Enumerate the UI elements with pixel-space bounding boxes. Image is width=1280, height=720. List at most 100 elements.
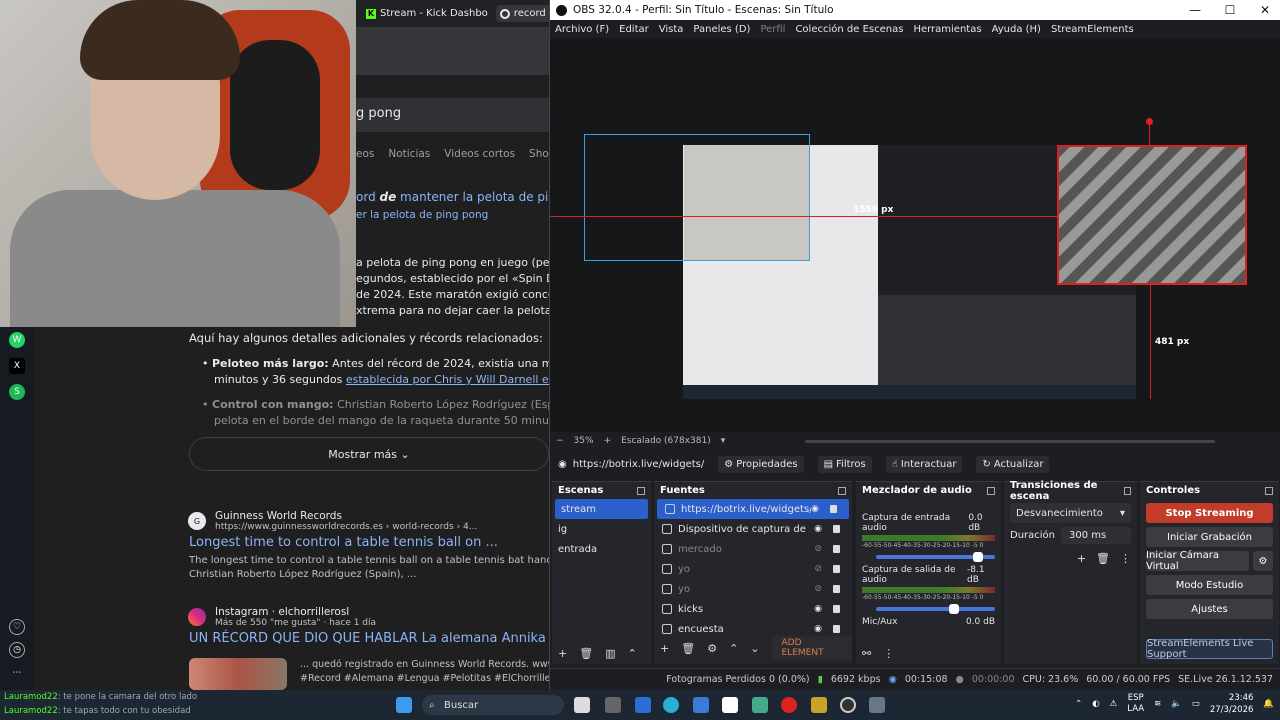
clock[interactable]: 23:46 27/3/2026 <box>1210 692 1254 716</box>
source-item[interactable]: yo ⊘ <box>654 579 852 599</box>
lock-icon[interactable] <box>833 565 840 573</box>
eye-hidden-icon[interactable]: ⊘ <box>814 564 822 574</box>
add-element-button[interactable]: ADD ELEMENT <box>771 636 852 660</box>
add-icon[interactable]: + <box>660 642 669 655</box>
lock-icon[interactable] <box>830 505 837 513</box>
filter-tab-news[interactable]: Noticias <box>388 148 430 160</box>
rotation-handle[interactable] <box>1146 118 1153 125</box>
trash-icon[interactable]: 🗑 <box>681 642 695 655</box>
source-item[interactable]: kicks ◉ <box>654 599 852 619</box>
eye-hidden-icon[interactable]: ⊘ <box>814 584 822 594</box>
menu-scene-collection[interactable]: Colección de Escenas <box>795 24 903 35</box>
move-down-icon[interactable]: ⌄ <box>750 642 759 655</box>
filter-tab-short-videos[interactable]: Videos cortos <box>444 148 515 160</box>
scene-item[interactable]: entrada <box>552 539 651 559</box>
taskbar-search[interactable]: ⌕ Buscar <box>422 695 564 715</box>
lock-icon[interactable] <box>833 585 840 593</box>
start-virtual-camera-button[interactable]: Iniciar Cámara Virtual <box>1146 550 1249 572</box>
streamelements-support-button[interactable]: StreamElements Live Support <box>1146 638 1273 660</box>
volume-knob[interactable] <box>949 604 960 614</box>
browser-tab-kick[interactable]: K Stream - Kick Dashbo <box>362 5 492 22</box>
browser-tab-google[interactable]: record e mantene <box>495 5 549 22</box>
eye-icon[interactable]: ◉ <box>814 524 822 534</box>
menu-streamelements[interactable]: StreamElements <box>1051 24 1134 35</box>
heart-icon[interactable]: ♡ <box>9 619 25 635</box>
menu-tools[interactable]: Herramientas <box>913 24 981 35</box>
popout-icon[interactable] <box>987 486 995 495</box>
spotify-icon[interactable]: S <box>9 384 25 400</box>
eye-icon[interactable]: ◉ <box>814 624 822 634</box>
notifications-icon[interactable]: 🔔 <box>1263 699 1274 709</box>
transition-select[interactable]: Desvanecimiento ▾ <box>1010 503 1131 523</box>
x-icon[interactable]: X <box>9 358 25 374</box>
task-view-icon[interactable] <box>574 697 590 713</box>
settings-icon[interactable] <box>869 697 885 713</box>
eye-icon[interactable]: ◉ <box>814 604 822 614</box>
obs-preview[interactable]: 1556 px 481 px <box>550 38 1280 432</box>
warning-icon[interactable]: ⚠ <box>1110 699 1118 709</box>
more-icon[interactable]: ⋯ <box>9 665 25 681</box>
menu-file[interactable]: Archivo (F) <box>555 24 609 35</box>
trash-icon[interactable]: 🗑 <box>1096 552 1110 565</box>
interact-button[interactable]: ☝ Interactuar <box>885 455 963 473</box>
source-item[interactable]: https://botrix.live/widgets/tts/?t◉ <box>657 499 849 519</box>
link-icon[interactable]: ⚯ <box>862 647 871 660</box>
maximize-icon[interactable]: ☐ <box>1215 0 1245 20</box>
add-icon[interactable]: + <box>1077 552 1086 565</box>
zoom-in-button[interactable]: + <box>604 436 612 446</box>
volume-slider[interactable] <box>876 552 995 562</box>
popout-icon[interactable] <box>1265 486 1273 495</box>
filters-button[interactable]: ▤ Filtros <box>817 455 872 473</box>
stop-streaming-button[interactable]: Stop Streaming <box>1146 503 1273 523</box>
menu-view[interactable]: Vista <box>659 24 684 35</box>
eye-hidden-icon[interactable]: ⊘ <box>814 544 822 554</box>
google-search-input[interactable]: g pong <box>356 98 549 132</box>
studio-mode-button[interactable]: Modo Estudio <box>1146 575 1273 595</box>
caret-down-icon[interactable]: ▾ <box>721 436 726 446</box>
history-icon[interactable]: ◷ <box>9 642 25 658</box>
volume-knob[interactable] <box>973 552 984 562</box>
volume-slider[interactable] <box>876 604 995 614</box>
language-indicator[interactable]: ESP LAA <box>1127 693 1144 715</box>
move-up-icon[interactable]: ⌃ <box>729 642 738 655</box>
gear-icon[interactable]: ⚙ <box>707 642 717 655</box>
edge-icon[interactable] <box>663 697 679 713</box>
scene-item[interactable]: stream <box>555 499 648 519</box>
menu-dots-icon[interactable]: ⋮ <box>883 647 894 660</box>
volume-icon[interactable]: 🔈 <box>1171 699 1182 709</box>
close-icon[interactable]: ✕ <box>1250 0 1280 20</box>
wifi-icon[interactable]: ≋ <box>1154 699 1161 709</box>
eye-icon[interactable]: ◉ <box>811 504 819 514</box>
lock-icon[interactable] <box>833 625 840 633</box>
move-up-icon[interactable]: ⌃ <box>628 647 637 660</box>
duration-input[interactable]: 300 ms <box>1061 527 1131 544</box>
selected-source-box[interactable] <box>1057 145 1247 285</box>
opera-icon[interactable] <box>781 697 797 713</box>
trash-icon[interactable]: 🗑 <box>579 647 593 660</box>
filter-tab[interactable]: eos <box>356 148 374 160</box>
popout-icon[interactable] <box>1123 486 1131 495</box>
menu-docks[interactable]: Paneles (D) <box>693 24 750 35</box>
app-tray-icon[interactable]: ◐ <box>1092 699 1099 709</box>
video-thumbnail[interactable] <box>189 658 287 690</box>
refresh-button[interactable]: ↻ Actualizar <box>976 455 1050 473</box>
result-title[interactable]: UN RÉCORD QUE DIO QUE HABLAR La alemana … <box>189 631 562 646</box>
lock-icon[interactable] <box>833 545 840 553</box>
filter-icon[interactable]: ▥ <box>605 647 615 660</box>
gear-icon[interactable]: ⚙ <box>1253 551 1273 571</box>
popout-icon[interactable] <box>637 486 645 495</box>
minimize-icon[interactable]: — <box>1180 0 1210 20</box>
battery-icon[interactable]: ▭ <box>1192 699 1200 709</box>
zoom-out-button[interactable]: − <box>556 436 564 446</box>
source-bounding-box[interactable] <box>584 134 810 261</box>
app-icon[interactable] <box>811 697 827 713</box>
app-icon[interactable] <box>722 697 738 713</box>
show-more-button[interactable]: Mostrar más ⌄ <box>189 437 549 471</box>
menu-help[interactable]: Ayuda (H) <box>992 24 1041 35</box>
app-icon[interactable] <box>605 697 621 713</box>
obs-icon[interactable] <box>840 697 856 713</box>
ai-answer-sub[interactable]: er la pelota de ping pong <box>356 209 488 221</box>
properties-button[interactable]: ⚙ Propiedades <box>718 455 804 473</box>
source-item[interactable]: mercado ⊘ <box>654 539 852 559</box>
menu-edit[interactable]: Editar <box>619 24 649 35</box>
